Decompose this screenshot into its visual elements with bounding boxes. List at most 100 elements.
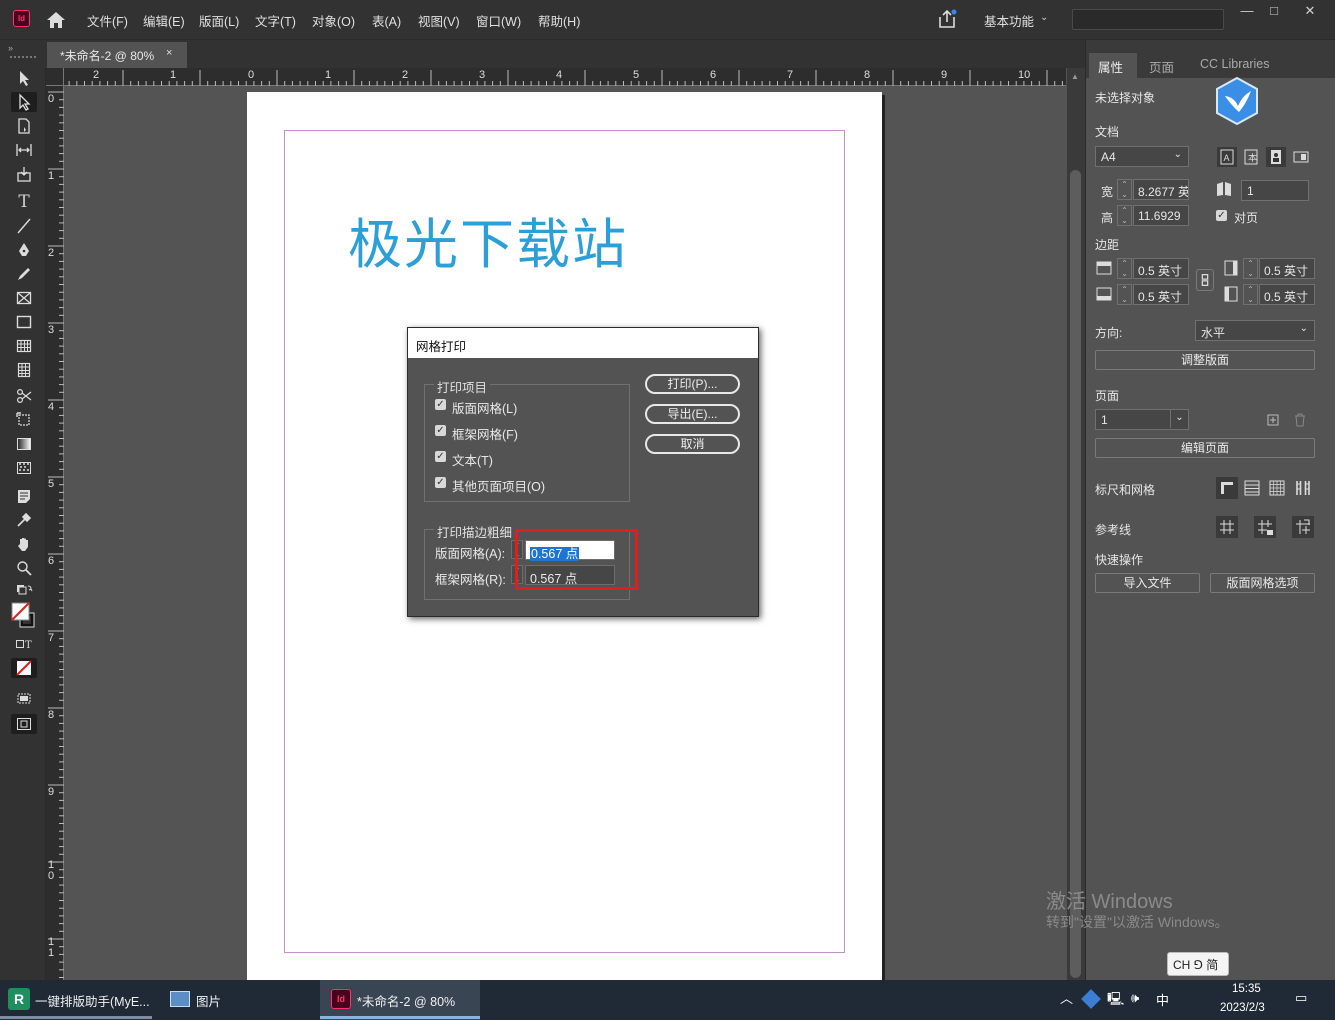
chevron-down-icon[interactable]: ⌄	[1040, 12, 1048, 23]
hand-tool-icon[interactable]	[11, 534, 37, 554]
menu-table[interactable]: 表(A)	[372, 11, 401, 30]
add-page-icon[interactable]	[1263, 410, 1283, 430]
typesetting-app-icon[interactable]: R	[8, 988, 30, 1010]
margin-left-stepper[interactable]: ⌃ ⌄	[1243, 284, 1258, 305]
checkbox-frame-grid[interactable]: ✓	[435, 425, 446, 436]
formatting-affects-icon[interactable]: T	[11, 634, 37, 654]
zoom-tool-icon[interactable]	[11, 558, 37, 578]
tab-close-icon[interactable]: ×	[166, 47, 172, 59]
margin-top-stepper[interactable]: ⌃ ⌄	[1117, 258, 1132, 279]
margin-top-input[interactable]: 0.5 英寸	[1133, 258, 1189, 279]
network-icon[interactable]: 🖳	[1107, 990, 1124, 1012]
checkbox-text[interactable]: ✓	[435, 451, 446, 462]
tray-chevron-icon[interactable]: ︿	[1060, 988, 1073, 1007]
ruler-origin[interactable]	[46, 68, 64, 86]
gradient-swatch-tool-icon[interactable]	[11, 434, 37, 454]
menu-layout[interactable]: 版面(L)	[199, 11, 239, 30]
scissors-tool-icon[interactable]	[11, 386, 37, 406]
direct-selection-tool-icon[interactable]	[11, 92, 37, 112]
facing-pages-checkbox[interactable]: ✓	[1216, 210, 1227, 221]
line-tool-icon[interactable]	[11, 216, 37, 236]
screen-mode-icon[interactable]	[11, 714, 37, 734]
content-collector-icon[interactable]	[11, 164, 37, 184]
menu-edit[interactable]: 编辑(E)	[143, 11, 185, 30]
collapse-toolbar-icon[interactable]: »	[8, 43, 13, 53]
export-button[interactable]: 导出(E)...	[645, 404, 740, 424]
document-grid-icon[interactable]	[1267, 478, 1287, 498]
volume-icon[interactable]: 🕪	[1131, 990, 1139, 1006]
baseline-grid-icon[interactable]	[1242, 478, 1262, 498]
cancel-button[interactable]: 取消	[645, 434, 740, 454]
tab-cc-libraries[interactable]: CC Libraries	[1200, 57, 1269, 71]
home-icon[interactable]	[45, 10, 67, 30]
checkbox-layout-grid[interactable]: ✓	[435, 399, 446, 410]
ruler-toggle-icon[interactable]	[1216, 477, 1238, 499]
type-tool-icon[interactable]: T	[11, 192, 37, 212]
maximize-button[interactable]: □	[1263, 4, 1285, 18]
taskbar-item-photos[interactable]: 图片	[196, 980, 221, 1020]
pages-count-input[interactable]: 1	[1241, 180, 1309, 201]
edit-page-button[interactable]: 编辑页面	[1095, 438, 1315, 458]
pen-tool-icon[interactable]	[11, 240, 37, 260]
link-margins-icon[interactable]	[1196, 269, 1214, 291]
margin-bottom-input[interactable]: 0.5 英寸	[1133, 284, 1189, 305]
delete-page-icon[interactable]	[1290, 410, 1310, 430]
fill-stroke-swatch-icon[interactable]	[11, 602, 37, 630]
orientation-select[interactable]: 水平 ⌄	[1195, 320, 1315, 341]
minimize-button[interactable]: —	[1236, 4, 1258, 18]
search-input[interactable]	[1072, 9, 1224, 30]
notification-icon[interactable]: ▭	[1295, 990, 1307, 1006]
eyedropper-tool-icon[interactable]	[11, 510, 37, 530]
default-fill-stroke-icon[interactable]	[11, 582, 37, 602]
toolbar-grip[interactable]	[10, 56, 36, 60]
page-size-select[interactable]: A4 ⌄	[1095, 146, 1189, 167]
view-mode-icon[interactable]	[11, 688, 37, 708]
selection-tool-icon[interactable]	[11, 68, 37, 88]
vertical-type-icon[interactable]: 本	[1241, 147, 1261, 167]
gradient-feather-tool-icon[interactable]	[11, 458, 37, 478]
height-input[interactable]: 11.6929	[1133, 205, 1189, 226]
margin-bottom-stepper[interactable]: ⌃ ⌄	[1117, 284, 1132, 305]
page-select[interactable]: 1 ⌄	[1095, 409, 1189, 430]
margin-left-input[interactable]: 0.5 英寸	[1259, 284, 1315, 305]
margin-right-input[interactable]: 0.5 英寸	[1259, 258, 1315, 279]
photos-app-icon[interactable]	[170, 991, 190, 1007]
portrait-orientation-icon[interactable]	[1266, 147, 1286, 167]
scroll-up-icon[interactable]: ▲	[1071, 72, 1079, 81]
show-guides-icon[interactable]	[1216, 516, 1238, 538]
landscape-orientation-icon[interactable]	[1291, 147, 1311, 167]
horizontal-grid-tool-icon[interactable]	[11, 336, 37, 356]
taskbar-item-typesetting[interactable]: 一键排版助手(MyE...	[35, 980, 150, 1020]
rectangle-frame-tool-icon[interactable]	[11, 288, 37, 308]
menu-window[interactable]: 窗口(W)	[476, 11, 521, 30]
layout-grid-icon[interactable]	[1293, 478, 1313, 498]
workspace-switcher[interactable]: 基本功能	[984, 11, 1034, 30]
ime-language-indicator[interactable]: 中	[1156, 990, 1169, 1009]
page-text-frame[interactable]: 极光下载站	[348, 200, 628, 279]
menu-file[interactable]: 文件(F)	[87, 11, 128, 30]
rectangle-tool-icon[interactable]	[11, 312, 37, 332]
taskbar-item-indesign[interactable]: *未命名-2 @ 80%	[357, 980, 455, 1020]
checkbox-other-page-items[interactable]: ✓	[435, 477, 446, 488]
width-stepper[interactable]: ⌃ ⌄	[1117, 179, 1132, 200]
scrollbar-thumb[interactable]	[1070, 170, 1081, 978]
adjust-layout-button[interactable]: 调整版面	[1095, 350, 1315, 370]
import-file-button[interactable]: 导入文件	[1095, 573, 1200, 593]
clock-date[interactable]: 2023/2/3	[1220, 1002, 1265, 1014]
indesign-taskbar-icon[interactable]: Id	[331, 989, 351, 1009]
tab-properties[interactable]: 属性	[1098, 57, 1123, 76]
tab-pages[interactable]: 页面	[1149, 57, 1174, 76]
free-transform-tool-icon[interactable]	[11, 410, 37, 430]
layout-grid-options-button[interactable]: 版面网格选项	[1210, 573, 1315, 593]
ime-mode-indicator[interactable]: CH ⅁ 简	[1167, 952, 1229, 976]
margin-right-stepper[interactable]: ⌃ ⌄	[1243, 258, 1258, 279]
note-tool-icon[interactable]	[11, 486, 37, 506]
menu-object[interactable]: 对象(O)	[312, 11, 355, 30]
print-button[interactable]: 打印(P)...	[645, 374, 740, 394]
menu-help[interactable]: 帮助(H)	[538, 11, 580, 30]
clock-time[interactable]: 15:35	[1232, 983, 1261, 995]
document-preset-icon[interactable]: A	[1217, 147, 1237, 167]
close-button[interactable]: ✕	[1299, 4, 1321, 18]
gap-tool-icon[interactable]	[11, 140, 37, 160]
menu-type[interactable]: 文字(T)	[255, 11, 296, 30]
